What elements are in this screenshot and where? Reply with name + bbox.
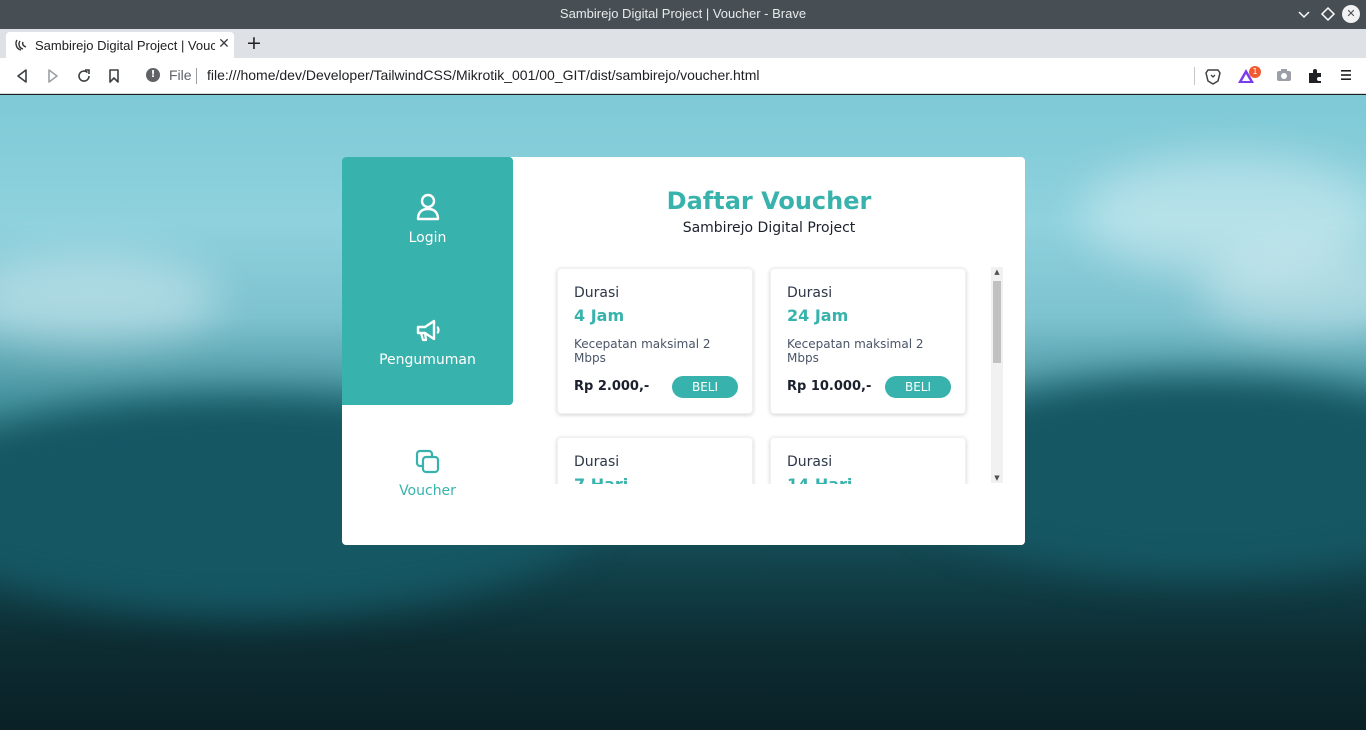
copy-icon <box>415 449 439 474</box>
sidebar-item-label: Login <box>408 230 447 246</box>
extensions-icon[interactable] <box>1305 66 1325 86</box>
duration-label: Durasi <box>787 285 833 301</box>
voucher-panel: Login Pengumuman Voucher Daftar Voucher … <box>342 157 1025 545</box>
new-tab-button[interactable]: + <box>245 32 263 54</box>
sidebar-item-login[interactable]: Login <box>342 192 513 246</box>
duration-value: 4 Jam <box>574 306 625 325</box>
voucher-list-scrollbar[interactable]: ▲ ▼ <box>991 267 1003 483</box>
scrollbar-thumb[interactable] <box>993 281 1001 363</box>
brave-shields-icon[interactable] <box>1203 66 1223 86</box>
duration-value: 24 Jam <box>787 306 849 325</box>
tab-close-icon[interactable]: ✕ <box>217 36 231 52</box>
voucher-card: Durasi 4 Jam Kecepatan maksimal 2 Mbps R… <box>557 268 753 414</box>
info-icon[interactable]: ! <box>146 68 160 82</box>
forward-button[interactable] <box>43 66 63 86</box>
address-bar[interactable]: file:///home/dev/Developer/TailwindCSS/M… <box>207 67 759 83</box>
page-title: Daftar Voucher <box>666 187 872 215</box>
tab-voucher[interactable]: Sambirejo Digital Project | Voucher ✕ <box>6 32 234 58</box>
rewards-badge: 1 <box>1249 66 1261 78</box>
buy-button[interactable]: BELI <box>885 376 951 398</box>
tab-strip: Sambirejo Digital Project | Voucher ✕ + <box>0 29 1366 58</box>
reload-button[interactable] <box>74 66 94 86</box>
camera-icon[interactable] <box>1274 66 1294 86</box>
voucher-card: Durasi 24 Jam Kecepatan maksimal 2 Mbps … <box>770 268 966 414</box>
sidebar-item-pengumuman[interactable]: Pengumuman <box>342 316 513 368</box>
sidebar-item-label: Pengumuman <box>379 352 476 368</box>
page-subtitle: Sambirejo Digital Project <box>682 220 856 236</box>
duration-label: Durasi <box>574 285 620 301</box>
user-icon <box>416 193 439 221</box>
bookmark-icon[interactable] <box>104 66 124 86</box>
close-icon[interactable]: ✕ <box>1342 5 1360 23</box>
speed-text: Kecepatan maksimal 2 Mbps <box>574 337 711 365</box>
url-scheme-label: File <box>169 67 192 83</box>
duration-value: 14 Hari <box>787 475 852 484</box>
scroll-down-icon[interactable]: ▼ <box>991 473 1003 483</box>
speed-text: Kecepatan maksimal 2 Mbps <box>787 337 924 365</box>
price-text: Rp 2.000,- <box>574 379 650 394</box>
voucher-list[interactable]: Durasi 4 Jam Kecepatan maksimal 2 Mbps R… <box>553 266 1003 484</box>
sidebar-item-label: Voucher <box>399 483 456 499</box>
page-viewport: Login Pengumuman Voucher Daftar Voucher … <box>0 95 1366 730</box>
url-separator <box>196 68 197 84</box>
duration-value: 7 Hari <box>574 475 628 484</box>
buy-button[interactable]: BELI <box>672 376 738 398</box>
scroll-up-icon[interactable]: ▲ <box>991 267 1003 277</box>
sidebar-item-voucher[interactable]: Voucher <box>342 449 513 499</box>
megaphone-icon <box>416 319 440 342</box>
back-button[interactable] <box>12 66 32 86</box>
menu-icon[interactable] <box>1336 66 1356 86</box>
duration-label: Durasi <box>574 454 620 470</box>
toolbar-separator <box>1194 67 1195 85</box>
background-cloud <box>0 255 220 345</box>
minimize-icon[interactable] <box>1295 5 1313 23</box>
browser-toolbar: ! File file:///home/dev/Developer/Tailwi… <box>0 58 1366 94</box>
voucher-card: Durasi 7 Hari <box>557 437 753 484</box>
favicon-icon <box>15 39 27 51</box>
price-text: Rp 10.000,- <box>787 379 872 394</box>
duration-label: Durasi <box>787 454 833 470</box>
maximize-icon[interactable] <box>1319 5 1337 23</box>
window-titlebar: Sambirejo Digital Project | Voucher - Br… <box>0 0 1366 29</box>
voucher-card: Durasi 14 Hari <box>770 437 966 484</box>
tab-label: Sambirejo Digital Project | Voucher <box>35 38 215 53</box>
window-title: Sambirejo Digital Project | Voucher - Br… <box>559 6 807 21</box>
